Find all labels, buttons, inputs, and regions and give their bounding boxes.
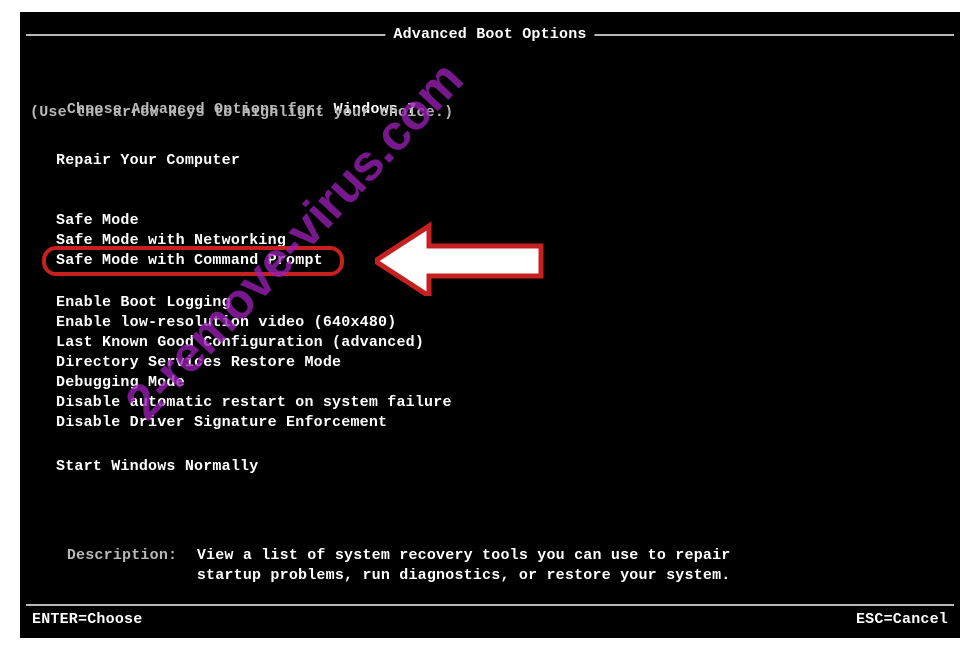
boot-options-screen: Advanced Boot Options Choose Advanced Op… — [20, 12, 960, 638]
menu-item-enable-boot-logging[interactable]: Enable Boot Logging — [50, 294, 237, 311]
menu-item-low-res-video[interactable]: Enable low-resolution video (640x480) — [50, 314, 402, 331]
footer-esc: ESC=Cancel — [856, 611, 948, 628]
menu-item-disable-driver-sig[interactable]: Disable Driver Signature Enforcement — [50, 414, 393, 431]
menu-item-debugging-mode[interactable]: Debugging Mode — [50, 374, 191, 391]
footer-enter: ENTER=Choose — [32, 611, 142, 628]
menu-item-last-known-good[interactable]: Last Known Good Configuration (advanced) — [50, 334, 430, 351]
arrow-left-icon — [375, 214, 545, 296]
menu-item-safe-mode-command-prompt[interactable]: Safe Mode with Command Prompt — [50, 252, 329, 269]
menu-item-disable-auto-restart[interactable]: Disable automatic restart on system fail… — [50, 394, 458, 411]
description-line2: startup problems, run diagnostics, or re… — [197, 567, 731, 584]
menu-item-start-windows-normally[interactable]: Start Windows Normally — [50, 458, 264, 475]
page-title: Advanced Boot Options — [385, 26, 594, 43]
hint-text: (Use the arrow keys to highlight your ch… — [30, 104, 453, 121]
menu-item-safe-mode[interactable]: Safe Mode — [50, 212, 145, 229]
menu-item-safe-mode-networking[interactable]: Safe Mode with Networking — [50, 232, 292, 249]
footer-rule — [26, 604, 954, 606]
menu-item-repair-your-computer[interactable]: Repair Your Computer — [50, 152, 246, 169]
menu-item-directory-services-restore[interactable]: Directory Services Restore Mode — [50, 354, 347, 371]
